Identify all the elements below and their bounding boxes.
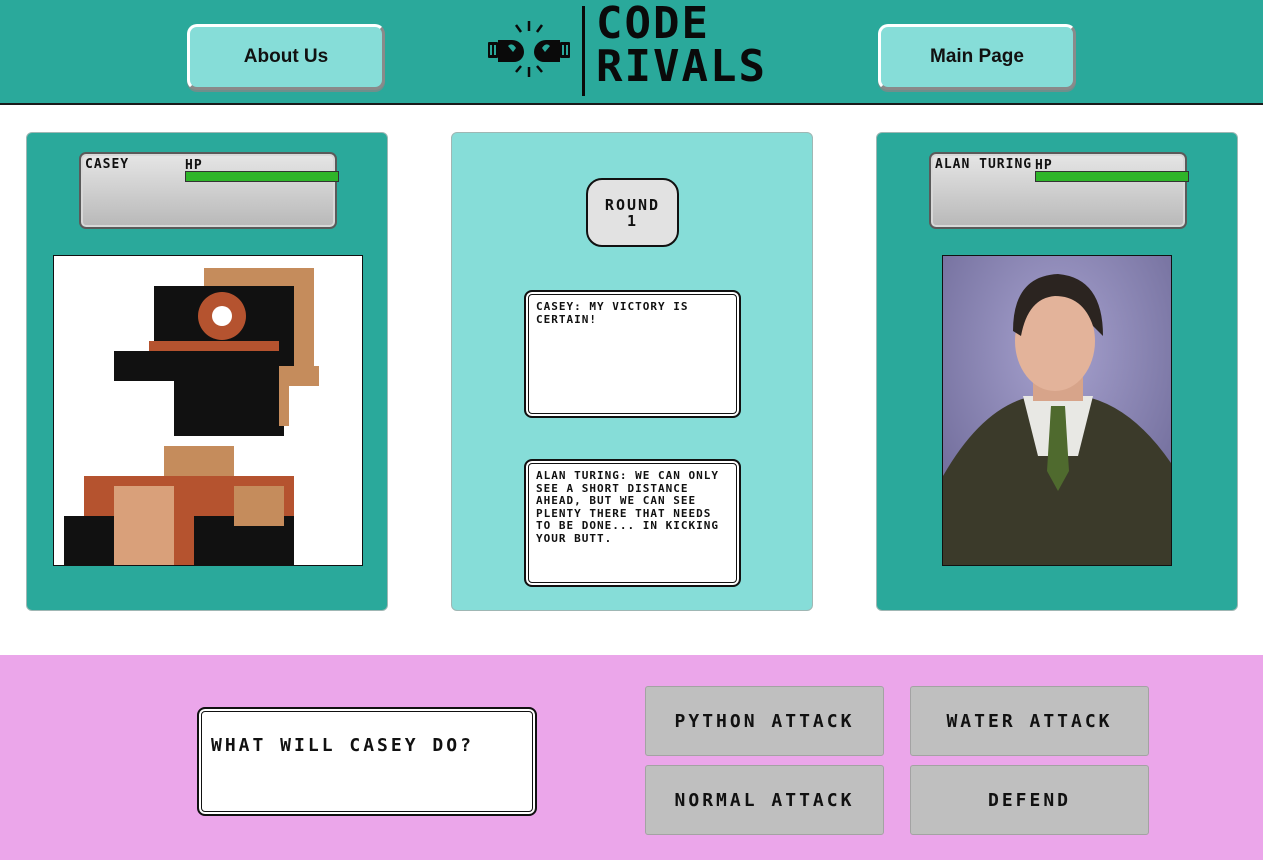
action-panel: WHAT WILL CASEY DO? PYTHON ATTACK WATER …: [0, 655, 1263, 860]
enemy-photo-image: [943, 256, 1171, 565]
round-label: ROUND: [604, 195, 661, 214]
round-number: 1: [626, 211, 639, 230]
player-portrait: [53, 255, 363, 566]
enemy-portrait: [942, 255, 1172, 566]
player-dialog-text: CASEY: MY VICTORY IS CERTAIN!: [536, 300, 689, 326]
water-attack-button[interactable]: WATER ATTACK: [910, 686, 1149, 756]
enemy-dialog-box: ALAN TURING: WE CAN ONLY SEE A SHORT DIS…: [524, 459, 741, 587]
enemy-card: ALAN TURING HP: [876, 132, 1238, 611]
player-name: CASEY: [85, 157, 130, 172]
enemy-dialog-text: ALAN TURING: WE CAN ONLY SEE A SHORT DIS…: [536, 469, 719, 545]
round-indicator: ROUND 1: [586, 178, 679, 247]
logo-wordmark: CODE RIVALS: [596, 0, 767, 92]
enemy-hp-box: ALAN TURING HP: [929, 152, 1189, 229]
player-hp-box: CASEY HP: [79, 152, 339, 229]
player-card: CASEY HP: [26, 132, 388, 611]
normal-attack-button[interactable]: NORMAL ATTACK: [645, 765, 884, 835]
battle-log-card: ROUND 1 CASEY: MY VICTORY IS CERTAIN! AL…: [451, 132, 813, 611]
python-attack-button[interactable]: PYTHON ATTACK: [645, 686, 884, 756]
player-hp-bar: [185, 171, 339, 182]
defend-button[interactable]: DEFEND: [910, 765, 1149, 835]
action-prompt-text: WHAT WILL CASEY DO?: [211, 735, 474, 756]
action-prompt-box: WHAT WILL CASEY DO?: [197, 707, 537, 816]
logo-divider: [582, 6, 585, 96]
enemy-hp-bar: [1035, 171, 1189, 182]
main-page-button[interactable]: Main Page: [878, 24, 1076, 90]
enemy-name: ALAN TURING: [935, 157, 1033, 172]
logo-line-1: CODE: [596, 0, 710, 49]
pixel-trainer-image: [54, 256, 362, 565]
player-dialog-box: CASEY: MY VICTORY IS CERTAIN!: [524, 290, 741, 418]
about-us-button[interactable]: About Us: [187, 24, 385, 90]
top-header: About Us CODE RIVALS Main Page: [0, 0, 1263, 105]
logo-line-2: RIVALS: [596, 41, 767, 92]
